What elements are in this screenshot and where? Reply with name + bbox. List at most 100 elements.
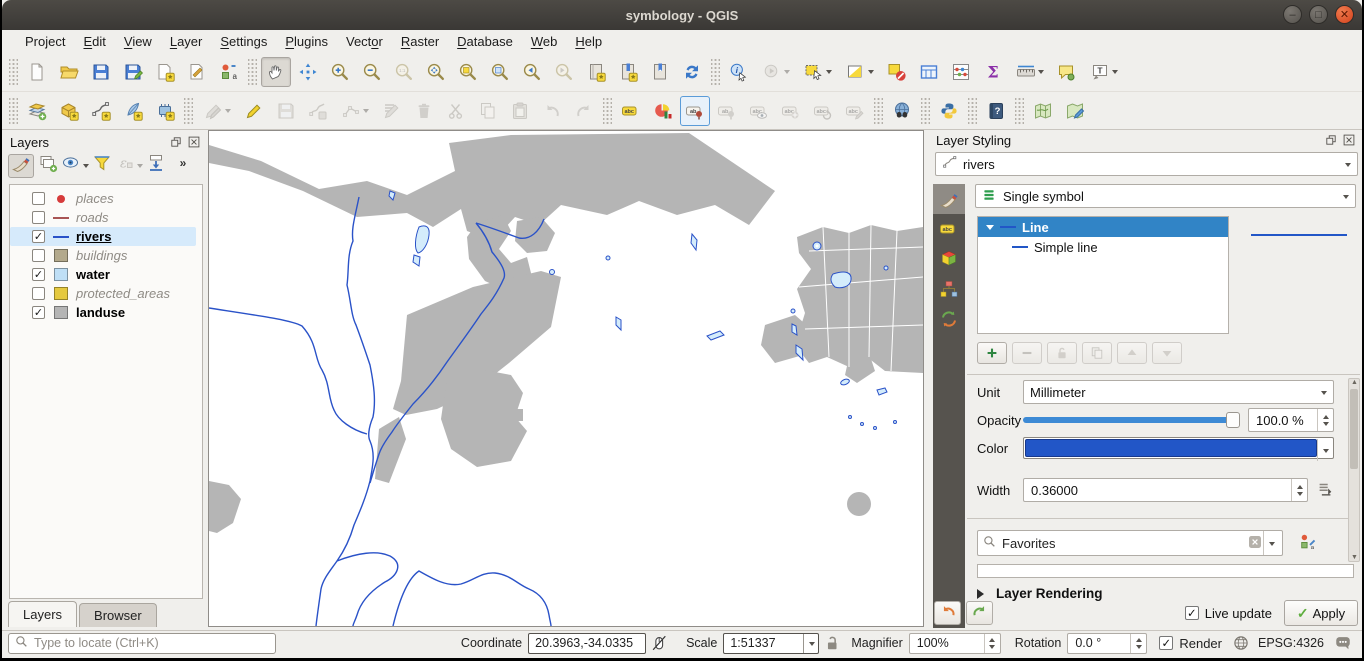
show-bookmarks-button[interactable] <box>613 57 643 87</box>
renderer-combo[interactable]: Single symbol <box>975 184 1356 208</box>
label-visibility-button[interactable]: abc <box>744 96 774 126</box>
save-edits-button[interactable] <box>271 96 301 126</box>
width-spinbox[interactable]: 0.36000 <box>1023 478 1308 502</box>
coordinate-input[interactable]: 20.3963,-34.0335 <box>528 633 646 654</box>
plugin-map-edit-button[interactable] <box>1060 96 1090 126</box>
toolbar-handle[interactable] <box>603 98 612 124</box>
scrollbar[interactable]: ▲▼ <box>1348 378 1360 562</box>
lock-scale-icon[interactable] <box>823 634 841 652</box>
menu-plugins[interactable]: Plugins <box>276 32 337 51</box>
change-label-button[interactable]: abc <box>840 96 870 126</box>
toolbar-handle[interactable] <box>1015 98 1024 124</box>
annotation-button[interactable]: T <box>1084 57 1124 87</box>
title-bar[interactable]: symbology - QGIS – □ ✕ <box>2 0 1362 30</box>
menu-database[interactable]: Database <box>448 32 522 51</box>
menu-layer[interactable]: Layer <box>161 32 212 51</box>
close-panel-icon[interactable] <box>186 135 201 150</box>
symbol-tree-child[interactable]: Simple line <box>978 237 1228 257</box>
menu-vector[interactable]: Vector <box>337 32 392 51</box>
symbol-remove-button[interactable] <box>1012 342 1042 364</box>
layer-checkbox[interactable] <box>32 211 45 224</box>
zoom-layer-button[interactable] <box>485 57 515 87</box>
dock-tab-browser[interactable]: Browser <box>79 603 157 627</box>
tab-3d[interactable] <box>933 244 965 274</box>
zoom-native-button[interactable]: 1:1 <box>389 57 419 87</box>
pan-selection-button[interactable] <box>293 57 323 87</box>
menu-raster[interactable]: Raster <box>392 32 448 51</box>
stats-button[interactable] <box>946 57 976 87</box>
filter-dropdown[interactable] <box>1263 531 1278 555</box>
color-button[interactable] <box>1023 437 1334 459</box>
select-rect-button[interactable] <box>798 57 838 87</box>
float-panel-icon[interactable] <box>168 135 183 150</box>
diagrams-button[interactable] <box>648 96 678 126</box>
spin-arrows[interactable] <box>1317 409 1333 431</box>
new-layout-button[interactable] <box>150 57 180 87</box>
data-defined-override-icon[interactable] <box>1316 480 1334 501</box>
rotation-spinbox[interactable]: 0.0 ° <box>1067 633 1147 654</box>
layer-row-roads[interactable]: roads <box>10 208 202 227</box>
paste-button[interactable] <box>505 96 535 126</box>
pin-labels-button[interactable]: ab <box>680 96 710 126</box>
symbol-down-button[interactable] <box>1152 342 1182 364</box>
render-checkbox[interactable]: ✓ Render <box>1159 636 1222 651</box>
copy-button[interactable] <box>473 96 503 126</box>
opacity-spinbox[interactable]: 100.0 % <box>1248 408 1334 432</box>
cut-button[interactable] <box>441 96 471 126</box>
sum-button[interactable]: Σ <box>978 57 1008 87</box>
menu-settings[interactable]: Settings <box>211 32 276 51</box>
filter-button[interactable] <box>89 154 115 178</box>
pan-map-button[interactable] <box>261 57 291 87</box>
layer-selector-combo[interactable]: rivers <box>935 152 1358 176</box>
zoom-next-button[interactable] <box>549 57 579 87</box>
float-panel-icon[interactable] <box>1323 133 1338 148</box>
layer-checkbox[interactable]: ✓ <box>32 268 45 281</box>
zoom-full-button[interactable] <box>421 57 451 87</box>
saved-styles-list[interactable] <box>977 564 1354 578</box>
refresh-button[interactable] <box>677 57 707 87</box>
zoom-selection-button[interactable] <box>453 57 483 87</box>
scroll-thumb[interactable] <box>1350 389 1358 469</box>
redo-style-button[interactable] <box>966 601 993 625</box>
style-manager-button[interactable]: a <box>214 57 244 87</box>
maximize-button[interactable]: □ <box>1309 5 1328 24</box>
deselect-button[interactable] <box>882 57 912 87</box>
layer-row-rivers[interactable]: ✓rivers <box>10 227 196 246</box>
toolbar-handle[interactable] <box>9 59 18 85</box>
help-button[interactable]: ? <box>981 96 1011 126</box>
undo-button[interactable] <box>537 96 567 126</box>
python-button[interactable] <box>934 96 964 126</box>
color-dropdown[interactable] <box>1317 439 1332 461</box>
layer-row-protected_areas[interactable]: protected_areas <box>10 284 202 303</box>
checkbox-checked[interactable]: ✓ <box>1159 636 1173 650</box>
layer-row-places[interactable]: places <box>10 189 202 208</box>
style-manager-icon[interactable]: a <box>1299 533 1317 554</box>
map-canvas[interactable] <box>208 130 924 627</box>
close-panel-icon[interactable] <box>1341 133 1356 148</box>
layer-checkbox[interactable]: ✓ <box>32 306 45 319</box>
zoom-last-button[interactable] <box>517 57 547 87</box>
menu-view[interactable]: View <box>115 32 161 51</box>
symbol-up-button[interactable] <box>1117 342 1147 364</box>
save-project-as-button[interactable] <box>118 57 148 87</box>
zoom-in-button[interactable] <box>325 57 355 87</box>
messages-icon[interactable] <box>1334 634 1352 652</box>
new-bookmark-button[interactable] <box>581 57 611 87</box>
dock-tab-layers[interactable]: Layers <box>8 601 77 627</box>
layer-row-water[interactable]: ✓water <box>10 265 202 284</box>
tab-symbology[interactable] <box>933 184 965 214</box>
open-project-button[interactable] <box>54 57 84 87</box>
layer-row-buildings[interactable]: buildings <box>10 246 202 265</box>
locator-input[interactable]: Type to locate (Ctrl+K) <box>8 633 276 654</box>
menu-help[interactable]: Help <box>566 32 611 51</box>
overflow-button[interactable]: » <box>170 154 196 178</box>
symbol-tree-root[interactable]: Line <box>978 217 1228 237</box>
labeling-button[interactable]: abc <box>616 96 646 126</box>
save-project-button[interactable] <box>86 57 116 87</box>
minimize-button[interactable]: – <box>1283 5 1302 24</box>
plugin-map-button[interactable] <box>1028 96 1058 126</box>
live-update-checkbox[interactable]: ✓ Live update <box>1185 606 1272 621</box>
rotate-label-button[interactable]: abc <box>808 96 838 126</box>
add-feature-button[interactable] <box>303 96 333 126</box>
toolbar-handle[interactable] <box>711 59 720 85</box>
